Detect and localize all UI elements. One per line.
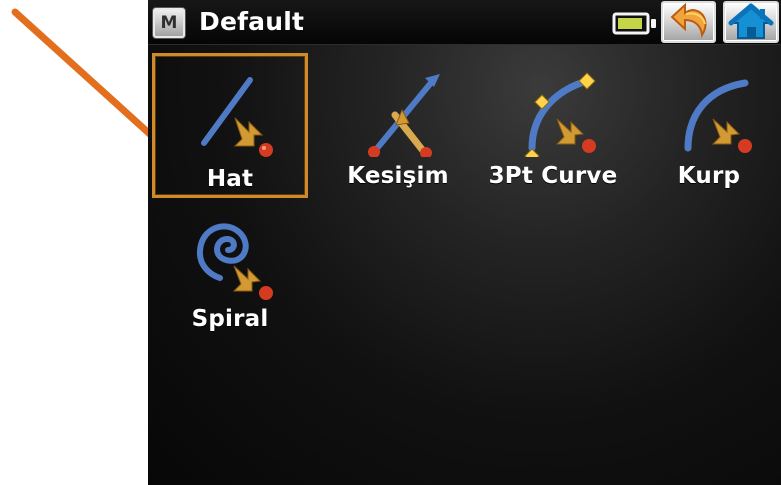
device-screen: M Default Hat Kesişim 3Pt Curve Kurp Spi… — [148, 0, 781, 485]
back-arrow-icon — [670, 3, 707, 38]
intersection-icon — [368, 74, 440, 157]
battery-icon — [612, 12, 656, 35]
mode-icon[interactable]: M — [153, 8, 185, 38]
spiral-icon — [196, 223, 273, 300]
menu-item-kurp[interactable]: Kurp — [631, 53, 781, 198]
menu-item-label: 3Pt Curve — [488, 163, 618, 189]
screenshot-page: M Default Hat Kesişim 3Pt Curve Kurp Spi… — [0, 0, 781, 485]
home-button[interactable] — [723, 1, 779, 43]
title-bar: M Default — [148, 0, 781, 45]
menu-item-label: Kurp — [677, 163, 741, 189]
home-icon — [728, 3, 774, 39]
menu-item-kesisim[interactable]: Kesişim — [320, 53, 476, 198]
menu-item-label: Kesişim — [347, 163, 449, 189]
menu-item-3pt-curve[interactable]: 3Pt Curve — [475, 53, 631, 198]
menu-item-label: Spiral — [191, 306, 269, 332]
curve-icon — [684, 79, 752, 153]
profile-name: Default — [199, 7, 305, 36]
back-button[interactable] — [661, 1, 716, 43]
three-point-curve-icon — [524, 72, 596, 157]
menu-item-hat[interactable]: Hat — [152, 53, 308, 198]
line-stakeout-icon — [201, 77, 273, 157]
menu-item-label: Hat — [206, 166, 254, 192]
menu-item-spiral[interactable]: Spiral — [152, 196, 308, 341]
